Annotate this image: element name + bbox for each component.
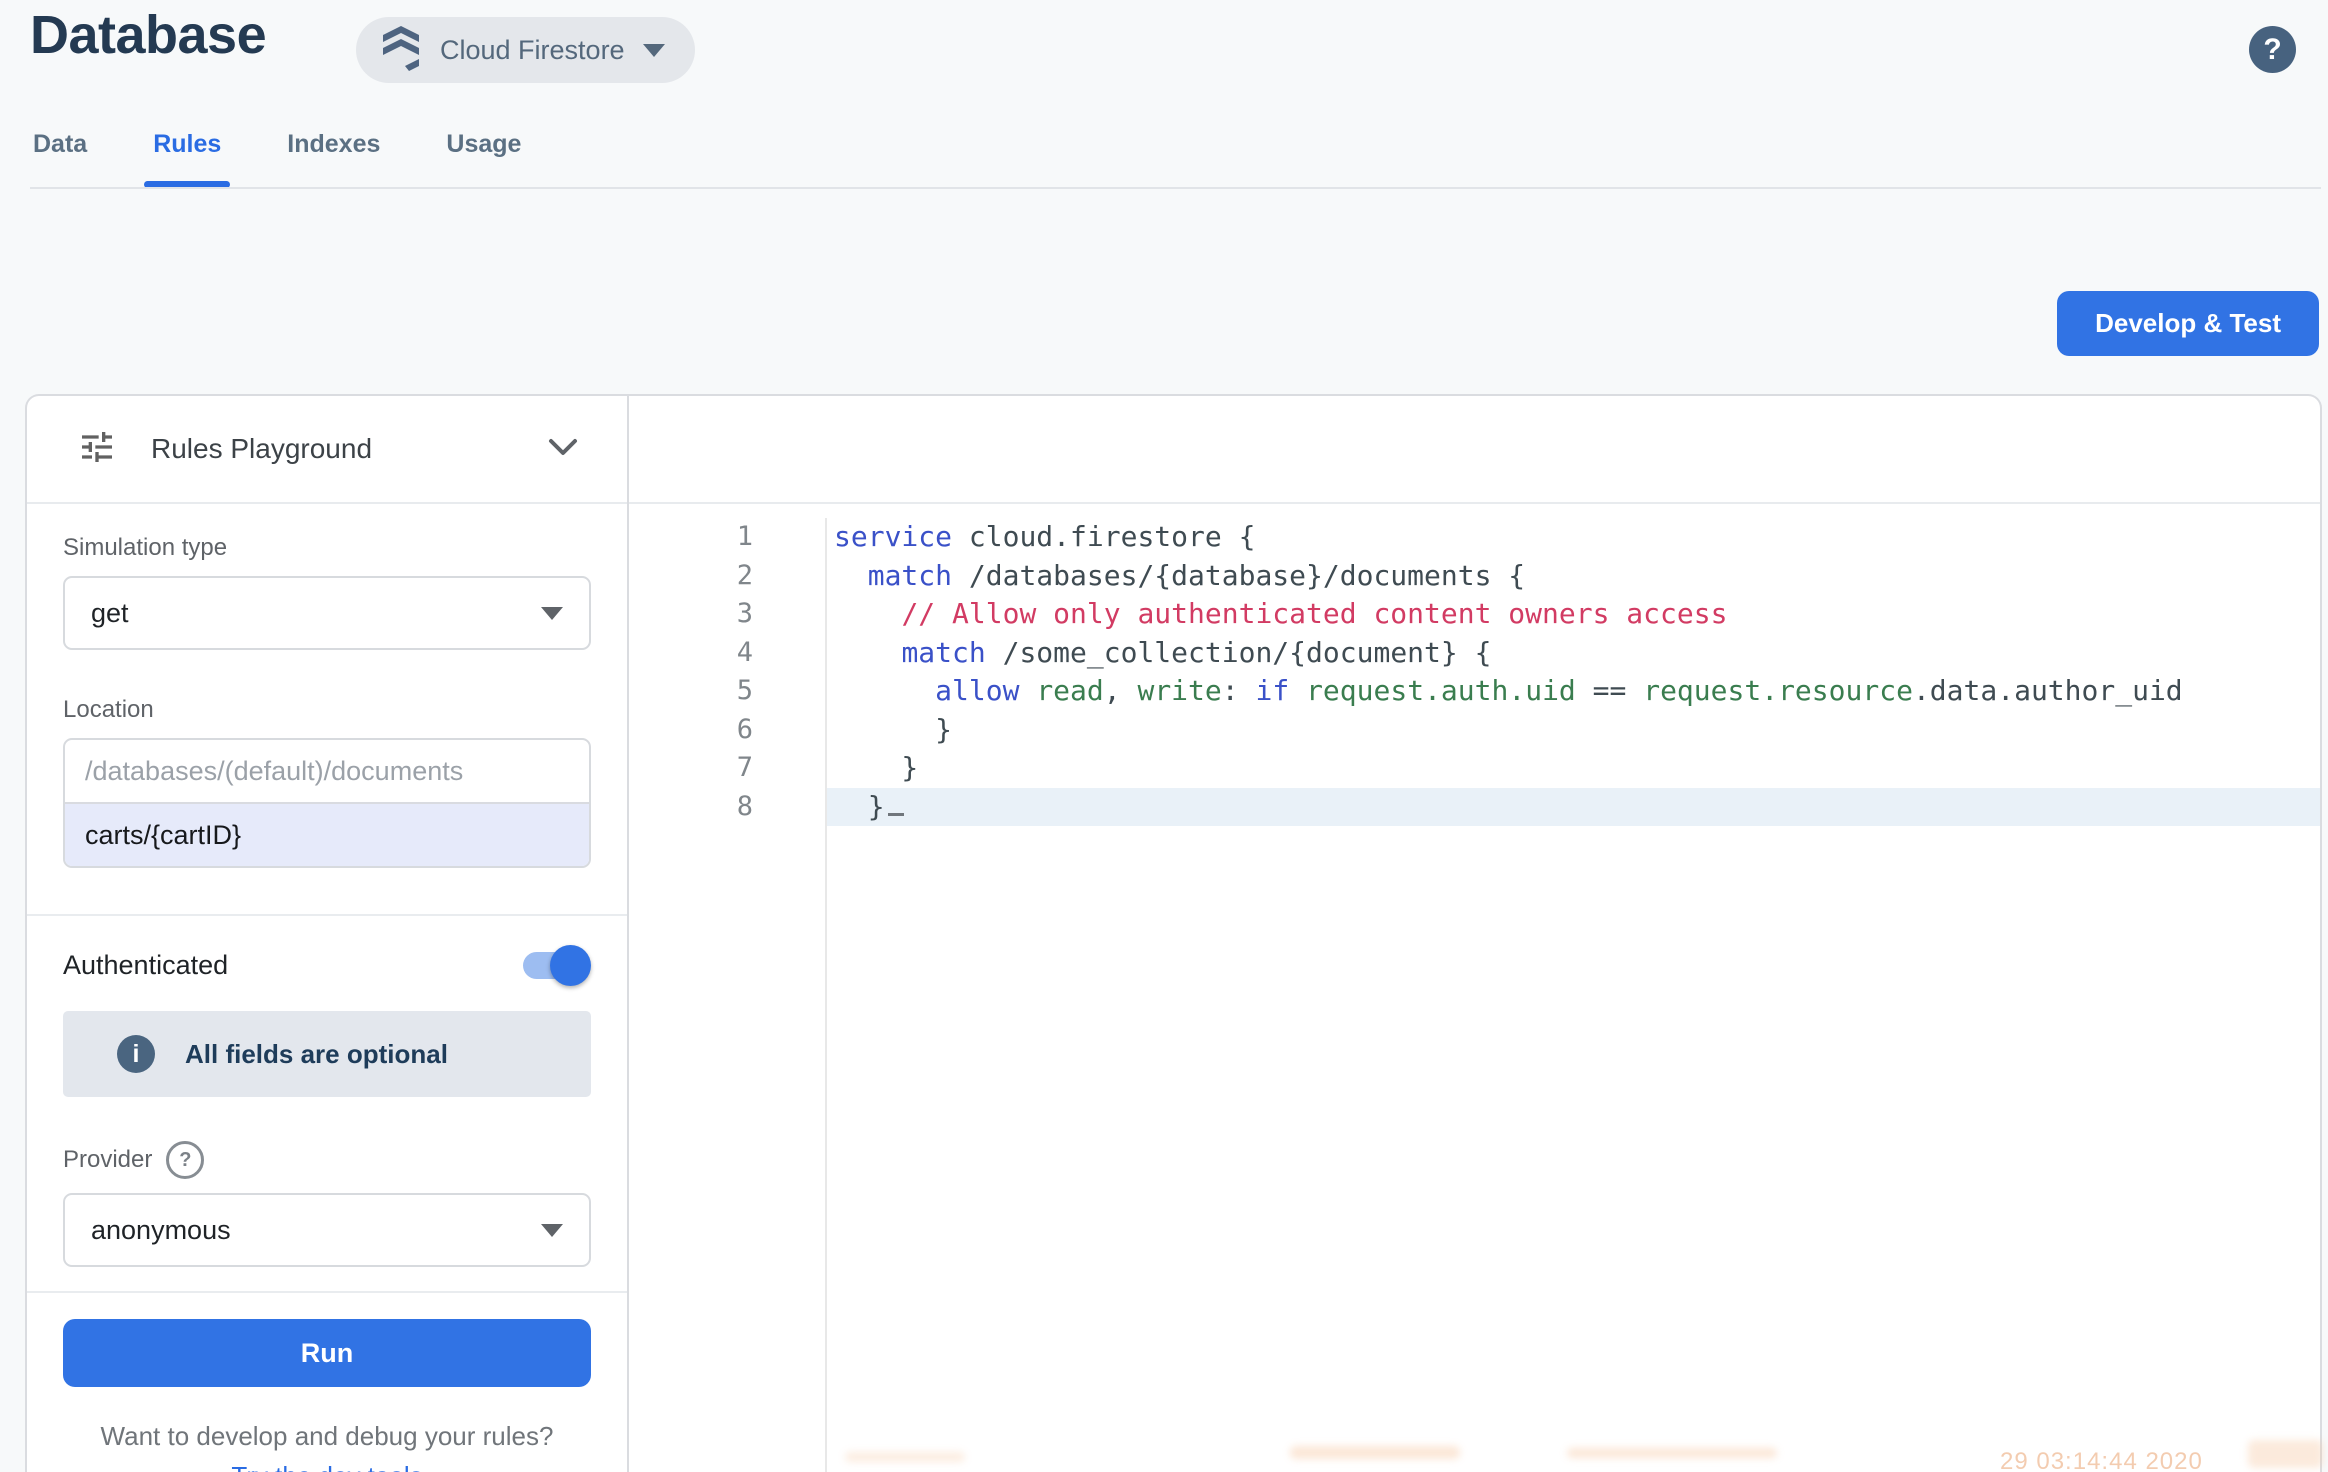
code-lines[interactable]: service cloud.firestore { match /databas… — [827, 518, 2320, 1472]
provider-label: Provider — [63, 1146, 152, 1174]
rules-playground-sidebar: Rules Playground Simulation type get Loc… — [27, 396, 629, 1472]
line-number: 1 — [629, 518, 753, 557]
dev-tools-link[interactable]: Try the dev tools — [231, 1461, 422, 1472]
line-number: 5 — [629, 672, 753, 711]
line-number: 8 — [629, 788, 753, 827]
location-field[interactable]: /databases/(default)/documents carts/{ca… — [63, 738, 591, 868]
code-line[interactable]: match /databases/{database}/documents { — [827, 557, 2320, 596]
firestore-icon — [380, 24, 422, 77]
line-number: 3 — [629, 595, 753, 634]
database-type-selector[interactable]: Cloud Firestore — [356, 17, 695, 83]
page-title: Database — [30, 4, 266, 66]
gutter: 12345678 — [629, 518, 827, 1472]
caret-down-icon — [643, 44, 665, 57]
tab-indexes[interactable]: Indexes — [287, 130, 380, 188]
develop-test-button[interactable]: Develop & Test — [2057, 291, 2319, 356]
code-line[interactable]: service cloud.firestore { — [827, 518, 2320, 557]
code-line[interactable]: allow read, write: if request.auth.uid =… — [827, 672, 2320, 711]
tab-usage[interactable]: Usage — [446, 130, 521, 188]
provider-section: Provider ? anonymous — [27, 1097, 627, 1267]
help-button[interactable]: ? — [2249, 26, 2296, 73]
text-caret — [888, 813, 904, 816]
location-label: Location — [63, 696, 591, 724]
authenticated-label: Authenticated — [63, 950, 228, 981]
provider-select[interactable]: anonymous — [63, 1193, 591, 1267]
database-type-label: Cloud Firestore — [440, 35, 625, 66]
simulation-type-section: Simulation type get Location /databases/… — [27, 504, 627, 868]
line-number: 4 — [629, 634, 753, 673]
code-line[interactable]: match /some_collection/{document} { — [827, 634, 2320, 673]
simulation-type-value: get — [91, 598, 129, 629]
toggle-knob — [550, 945, 591, 986]
info-banner-text: All fields are optional — [185, 1039, 448, 1070]
tab-data[interactable]: Data — [33, 130, 87, 188]
authenticated-row: Authenticated — [27, 950, 627, 981]
section-divider — [27, 914, 627, 916]
location-prefix-placeholder: /databases/(default)/documents — [65, 740, 589, 804]
dev-tools-question: Want to develop and debug your rules? — [27, 1421, 627, 1452]
code-line[interactable]: // Allow only authenticated content owne… — [827, 595, 2320, 634]
provider-value: anonymous — [91, 1215, 231, 1246]
code-line[interactable]: } — [827, 749, 2320, 788]
location-value-input[interactable]: carts/{cartID} — [65, 804, 589, 866]
info-banner: i All fields are optional — [63, 1011, 591, 1097]
firestore-rules-page: Database Cloud Firestore ? Data Rules In… — [0, 0, 2328, 1472]
tab-rules[interactable]: Rules — [153, 130, 221, 188]
editor-body[interactable]: 12345678 service cloud.firestore { match… — [629, 504, 2320, 1472]
info-icon: i — [117, 1035, 155, 1073]
editor-toolbar — [629, 396, 2320, 504]
line-number: 6 — [629, 711, 753, 750]
tune-icon — [77, 427, 117, 472]
rules-panel: Rules Playground Simulation type get Loc… — [25, 394, 2322, 1472]
rules-editor: 12345678 service cloud.firestore { match… — [629, 396, 2320, 1472]
rules-playground-title: Rules Playground — [151, 433, 372, 465]
caret-down-icon — [541, 607, 563, 620]
line-number: 2 — [629, 557, 753, 596]
code-line[interactable]: } — [827, 788, 2320, 827]
simulation-type-label: Simulation type — [63, 534, 591, 562]
line-number: 7 — [629, 749, 753, 788]
tab-divider — [30, 187, 2321, 189]
provider-help-icon[interactable]: ? — [166, 1141, 204, 1179]
tab-bar: Data Rules Indexes Usage — [33, 130, 521, 188]
caret-down-icon — [541, 1224, 563, 1237]
section-divider — [27, 1291, 627, 1293]
simulation-type-select[interactable]: get — [63, 576, 591, 650]
chevron-down-icon[interactable] — [545, 435, 581, 464]
run-button[interactable]: Run — [63, 1319, 591, 1387]
rules-playground-header[interactable]: Rules Playground — [27, 396, 627, 504]
code-line[interactable]: } — [827, 711, 2320, 750]
authenticated-toggle[interactable] — [523, 952, 585, 979]
